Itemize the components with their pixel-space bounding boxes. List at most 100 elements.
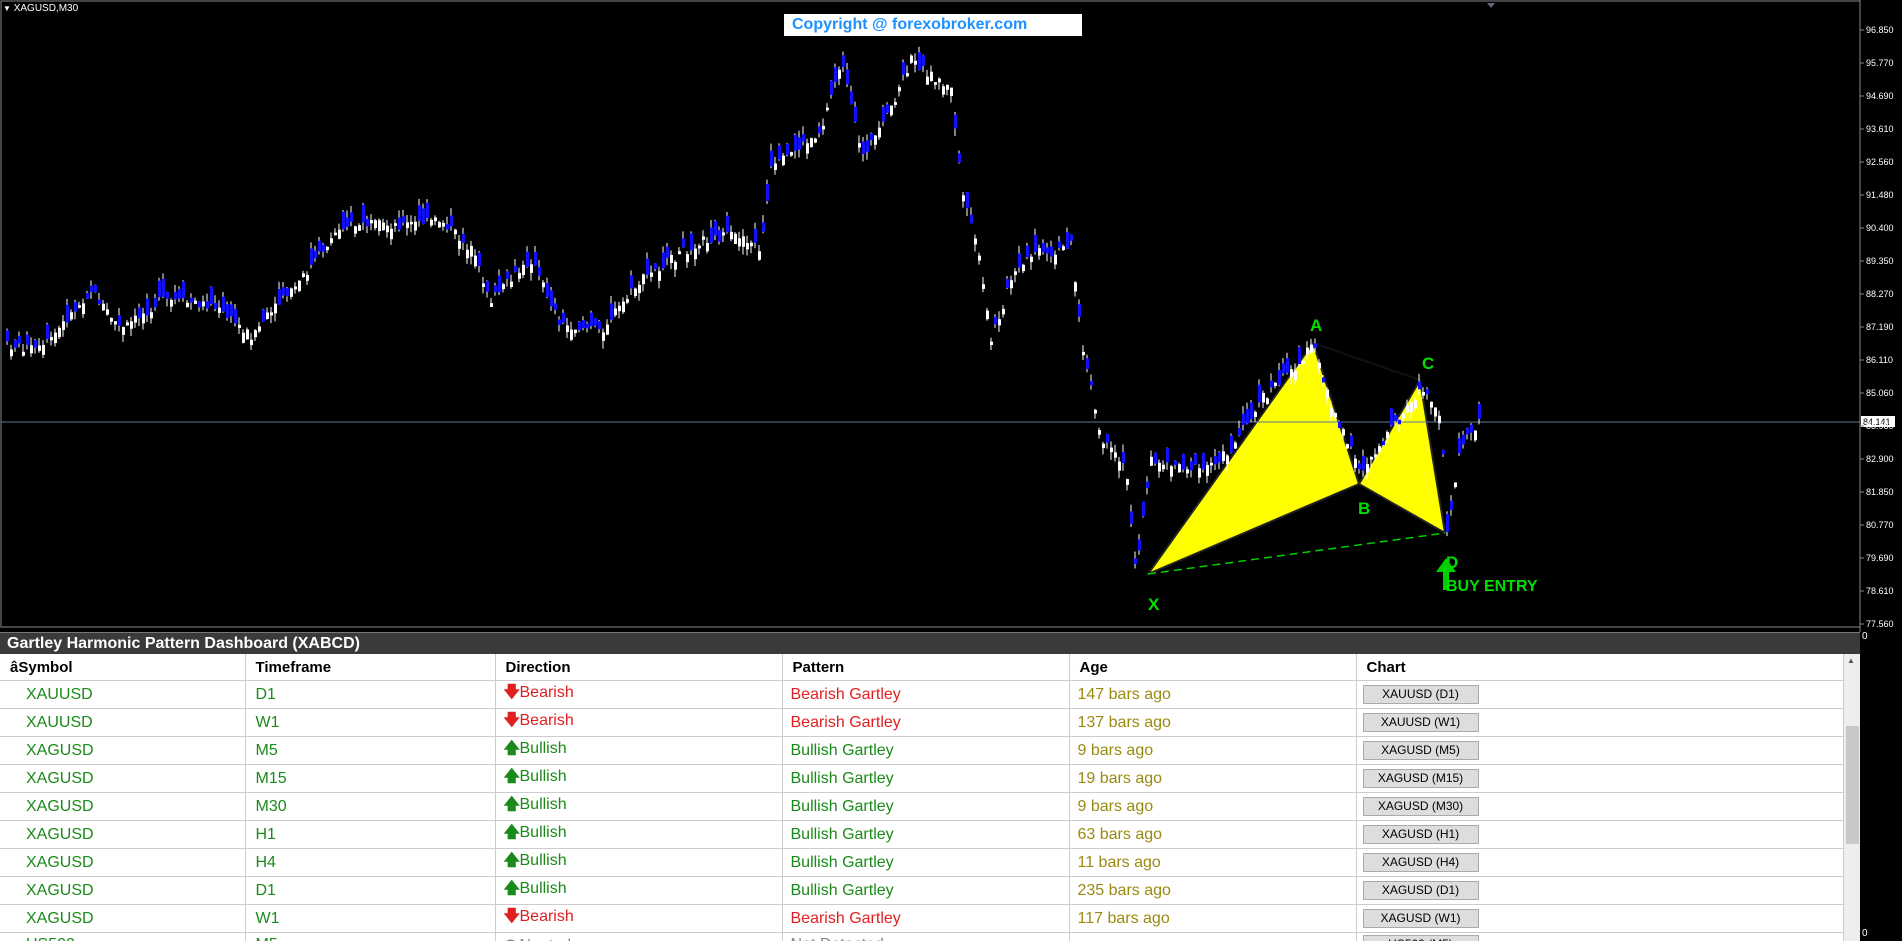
candle	[650, 272, 653, 277]
cell-timeframe: M15	[245, 764, 496, 793]
candle	[22, 351, 25, 356]
candle	[246, 329, 249, 340]
pattern-ac-line	[1312, 342, 1421, 381]
candle	[378, 220, 381, 232]
candle	[174, 292, 177, 300]
table-row: XAUUSD W1 🡇Bearish Bearish Gartley 137 bars …	[0, 708, 1843, 737]
candle	[1250, 402, 1253, 420]
open-chart-button[interactable]: XAGUSD (M15)	[1362, 769, 1479, 788]
col-header-chart[interactable]: Chart	[1356, 654, 1843, 681]
candle	[1330, 408, 1333, 417]
candle	[966, 192, 969, 209]
candle	[38, 345, 41, 351]
candle	[1042, 243, 1045, 253]
cell-timeframe: H4	[245, 848, 496, 877]
table-scrollbar[interactable]: ▲	[1843, 654, 1861, 941]
open-chart-button[interactable]: XAGUSD (H4)	[1362, 853, 1479, 872]
candle	[806, 143, 809, 154]
price-label: 78.610	[1866, 586, 1894, 596]
direction-text: Bullish	[519, 740, 567, 757]
open-chart-button[interactable]: US500 (M5)	[1362, 935, 1479, 941]
candle	[634, 288, 637, 297]
candle	[282, 287, 285, 296]
price-label: 88.270	[1866, 289, 1894, 299]
candle	[858, 143, 861, 148]
arrow-up-icon: 🡅	[503, 740, 520, 757]
col-header-direction[interactable]: Direction	[495, 654, 783, 681]
open-chart-button[interactable]: XAUUSD (W1)	[1362, 713, 1479, 732]
cell-direction: 🡅Bullish	[495, 736, 783, 765]
candle	[6, 330, 9, 342]
chart-canvas: 84.141 X A B C D BUY ENTRY 96.85095.7709…	[0, 0, 1895, 632]
cell-symbol: XAGUSD	[0, 848, 246, 877]
cell-timeframe: W1	[245, 904, 496, 933]
candle	[226, 304, 229, 319]
candle	[386, 225, 389, 233]
direction-text: Bearish	[519, 684, 574, 701]
candle	[550, 290, 553, 307]
candle	[838, 69, 841, 79]
chart-border	[0, 0, 1861, 628]
cell-chart: XAUUSD (W1)	[1356, 708, 1843, 737]
candle	[1390, 408, 1393, 426]
candle	[1002, 308, 1005, 315]
scroll-thumb[interactable]	[1846, 726, 1859, 844]
col-header-symbol[interactable]: âSymbol	[0, 654, 246, 681]
candle	[598, 321, 601, 330]
open-chart-button[interactable]: XAUUSD (D1)	[1362, 685, 1479, 704]
scroll-up-icon[interactable]: ▲	[1847, 656, 1855, 665]
open-chart-button[interactable]: XAGUSD (M5)	[1362, 741, 1479, 760]
candle	[462, 233, 465, 243]
candle	[742, 236, 745, 247]
candle	[934, 82, 937, 85]
candle	[150, 312, 153, 319]
price-chart[interactable]: 84.141 X A B C D BUY ENTRY 96.850 95.770 9…	[0, 0, 1902, 632]
candle	[522, 264, 525, 275]
candle	[1370, 457, 1373, 460]
candle	[1086, 358, 1089, 370]
candle	[382, 222, 385, 231]
candle	[918, 52, 921, 71]
col-header-age[interactable]: Age	[1069, 654, 1357, 681]
clock-icon: ◷	[504, 935, 520, 941]
candle	[1058, 241, 1061, 248]
open-chart-button[interactable]: XAGUSD (W1)	[1362, 909, 1479, 928]
candle	[1294, 370, 1297, 381]
candle	[898, 87, 901, 92]
candle	[1202, 453, 1205, 470]
candle	[234, 308, 237, 324]
side-zero-top: 0	[1862, 631, 1868, 642]
candle	[1138, 539, 1141, 551]
candle	[1302, 360, 1305, 364]
candle	[1170, 466, 1173, 477]
open-chart-button[interactable]: XAGUSD (M30)	[1362, 797, 1479, 816]
candle	[342, 211, 345, 230]
candle	[98, 299, 101, 304]
candle	[1106, 433, 1109, 443]
candle	[18, 336, 21, 344]
open-chart-button[interactable]: XAGUSD (D1)	[1362, 881, 1479, 900]
candle	[878, 127, 881, 138]
candle	[218, 307, 221, 313]
candle	[182, 281, 185, 299]
cell-timeframe: M5	[245, 932, 496, 941]
cell-direction: 🡅Bullish	[495, 764, 783, 793]
price-label: 96.850	[1866, 25, 1894, 35]
candle	[1126, 479, 1129, 485]
candle	[1218, 452, 1221, 463]
candle	[486, 281, 489, 292]
candle	[670, 255, 673, 263]
chart-menu-icon[interactable]: ▼	[3, 4, 11, 13]
candle	[866, 140, 869, 152]
candle	[954, 114, 957, 129]
candle	[1338, 421, 1341, 429]
candle	[362, 204, 365, 223]
arrow-up-icon: 🡅	[503, 768, 520, 785]
candle	[694, 248, 697, 260]
candle	[746, 243, 749, 250]
candle	[30, 345, 33, 354]
col-header-timeframe[interactable]: Timeframe	[245, 654, 496, 681]
open-chart-button[interactable]: XAGUSD (H1)	[1362, 825, 1479, 844]
candle	[198, 301, 201, 308]
col-header-pattern[interactable]: Pattern	[782, 654, 1070, 681]
